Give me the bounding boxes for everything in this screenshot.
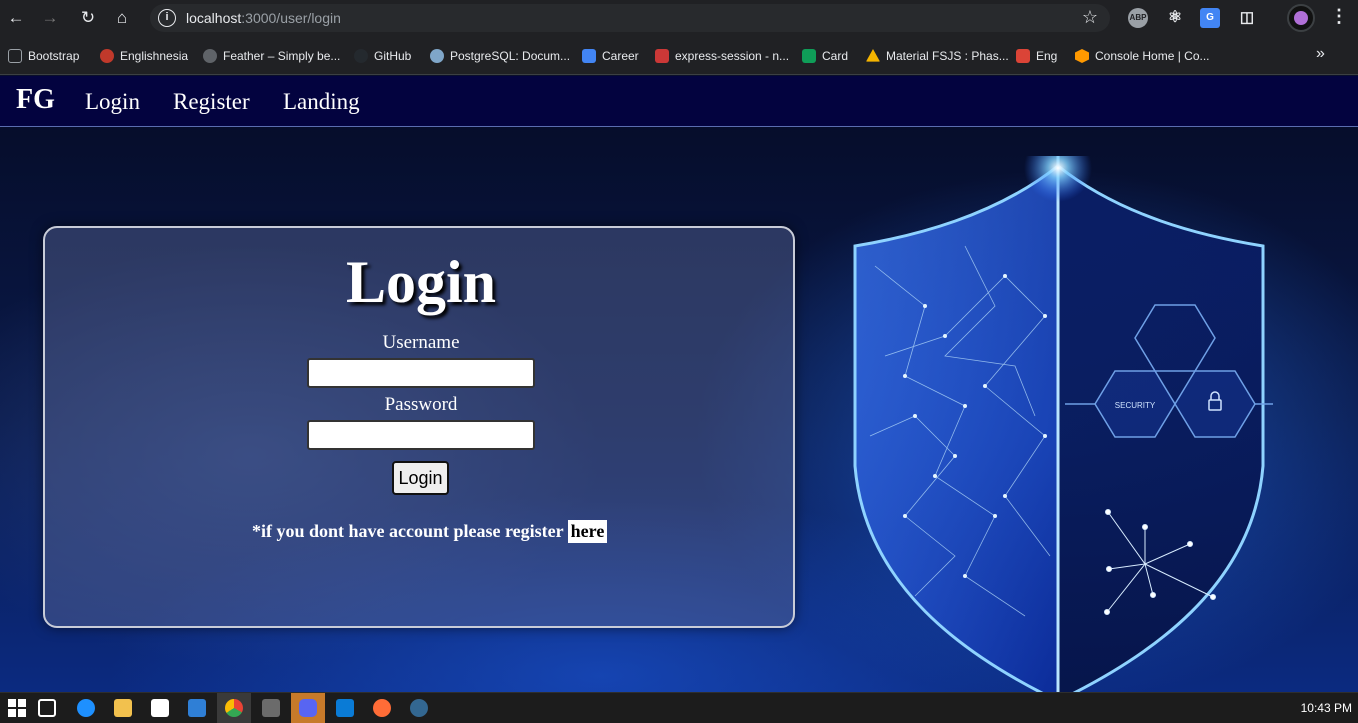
bookmark-github[interactable]: GitHub	[354, 47, 411, 65]
eng-icon	[1016, 49, 1030, 63]
react-devtools-icon[interactable]: ⚛	[1165, 8, 1185, 28]
register-note-text: *if you dont have account please registe…	[252, 521, 564, 541]
more-bookmarks-icon[interactable]: »	[1316, 45, 1325, 63]
nav-link-landing[interactable]: Landing	[283, 89, 360, 115]
profile-avatar[interactable]	[1287, 4, 1315, 32]
address-bar[interactable]: i localhost:3000/user/login ☆	[150, 4, 1110, 32]
windows-taskbar: 10:43 PM	[0, 692, 1358, 723]
postman-icon[interactable]	[373, 699, 391, 717]
bookmark-career[interactable]: Career	[582, 47, 639, 65]
security-hex-label: SECURITY	[1115, 401, 1156, 410]
windows-start-icon[interactable]	[8, 699, 26, 717]
calculator-icon[interactable]	[262, 699, 280, 717]
back-arrow-icon[interactable]: ←	[4, 6, 28, 30]
bookmark-bootstrap[interactable]: Bootstrap	[8, 47, 79, 65]
security-shield-illustration: SECURITY	[853, 156, 1273, 692]
bookmark-card[interactable]: Card	[802, 47, 848, 65]
login-card: Login Username Password Login *if you do…	[43, 226, 795, 628]
password-input[interactable]	[307, 420, 535, 450]
register-here-link[interactable]: here	[567, 520, 608, 543]
bookmark-feather[interactable]: Feather – Simply be...	[203, 47, 340, 65]
login-submit-button[interactable]: Login	[392, 461, 449, 495]
folder-icon	[8, 49, 22, 63]
microsoft-store-icon[interactable]	[151, 699, 169, 717]
feather-icon	[203, 49, 217, 63]
npm-icon	[655, 49, 669, 63]
github-icon	[354, 49, 368, 63]
login-title: Login	[345, 249, 497, 315]
home-icon[interactable]: ⌂	[110, 6, 134, 30]
password-label: Password	[384, 394, 458, 415]
file-explorer-icon[interactable]	[114, 699, 132, 717]
bookmark-eng[interactable]: Eng	[1016, 47, 1057, 65]
drive-icon	[866, 49, 880, 62]
browser-toolbar: ← → ↻ ⌂ i localhost:3000/user/login ☆ AB…	[0, 0, 1358, 36]
docs-icon	[582, 49, 596, 63]
adblock-extension-icon[interactable]: ABP	[1128, 8, 1148, 28]
extensions-puzzle-icon[interactable]: ◫	[1237, 8, 1257, 28]
forward-arrow-icon[interactable]: →	[38, 6, 62, 30]
url-text[interactable]: localhost:3000/user/login	[186, 10, 341, 26]
reload-icon[interactable]: ↻	[76, 6, 100, 30]
nav-link-login[interactable]: Login	[85, 89, 140, 115]
bookmark-postgresql[interactable]: PostgreSQL: Docum...	[430, 47, 570, 65]
mail-icon[interactable]	[188, 699, 206, 717]
username-label: Username	[382, 332, 460, 353]
englishnesia-icon	[100, 49, 114, 63]
aws-cube-icon	[1075, 49, 1089, 63]
taskbar-clock[interactable]: 10:43 PM	[1301, 701, 1352, 715]
bookmarks-bar: Bootstrap Englishnesia Feather – Simply …	[0, 36, 1358, 75]
nav-link-register[interactable]: Register	[173, 89, 250, 115]
bookmark-console-home[interactable]: Console Home | Co...	[1075, 47, 1210, 65]
username-input[interactable]	[307, 358, 535, 388]
bookmark-material-fsjs[interactable]: Material FSJS : Phas...	[866, 47, 1009, 65]
browser-menu-icon[interactable]: ⋮	[1330, 6, 1348, 27]
pgadmin-icon[interactable]	[410, 699, 428, 717]
task-view-icon[interactable]	[38, 699, 56, 717]
vscode-icon[interactable]	[336, 699, 354, 717]
discord-icon[interactable]	[299, 699, 317, 717]
chrome-icon[interactable]	[225, 699, 243, 717]
bookmark-express-session[interactable]: express-session - n...	[655, 47, 789, 65]
bookmark-englishnesia[interactable]: Englishnesia	[100, 47, 188, 65]
site-navbar: FG Login Register Landing	[0, 76, 1358, 127]
sheets-icon	[802, 49, 816, 63]
register-note: *if you dont have account please registe…	[252, 520, 608, 543]
postgresql-icon	[430, 49, 444, 63]
brand-logo[interactable]: FG	[16, 84, 55, 116]
page-viewport: SECURITY FG Login Register Landing Login…	[0, 76, 1358, 692]
edge-browser-icon[interactable]	[77, 699, 95, 717]
translate-extension-icon[interactable]: G	[1200, 8, 1220, 28]
site-info-icon[interactable]: i	[158, 9, 176, 27]
bookmark-star-icon[interactable]: ☆	[1082, 7, 1098, 28]
